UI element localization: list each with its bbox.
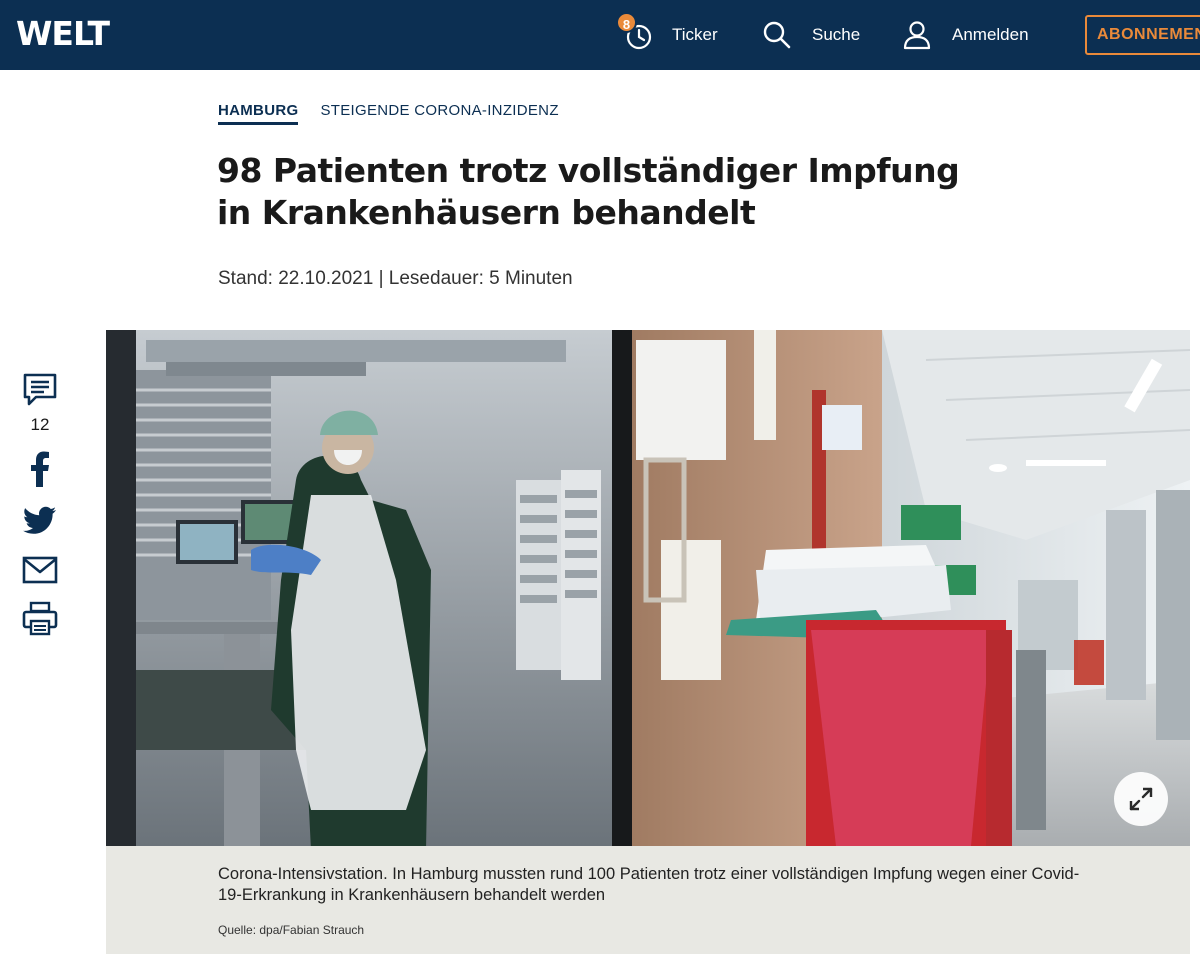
section-link[interactable]: HAMBURG [218,102,299,125]
login-button[interactable]: Anmelden [902,0,1029,70]
article-meta: Stand: 22.10.2021 | Lesedauer: 5 Minuten [218,268,573,289]
ticker-label: Ticker [672,25,718,44]
image-caption: Corona-Intensivstation. In Hamburg musst… [218,865,1080,904]
image-caption-box: Corona-Intensivstation. In Hamburg musst… [106,846,1190,954]
share-sidebar: 12 [20,372,60,637]
site-header: WELT 8 Ticker Suche Anmelden ABONNEMENT [0,0,1200,70]
subscribe-button[interactable]: ABONNEMENT [1085,15,1200,55]
article-image[interactable] [106,330,1190,846]
search-button[interactable]: Suche [762,0,860,70]
article-headline: 98 Patienten trotz vollständiger Impfung… [217,151,960,232]
search-label: Suche [812,25,861,44]
twitter-icon[interactable] [22,505,58,537]
mail-icon[interactable] [22,555,58,585]
ticker-button[interactable]: 8 Ticker [614,0,718,70]
expand-image-button[interactable] [1114,772,1168,826]
expand-icon [1129,787,1153,811]
image-source: Quelle: dpa/Fabian Strauch [218,923,365,937]
facebook-icon[interactable] [22,449,58,489]
icu-photo [106,330,1190,846]
search-icon [763,21,791,49]
login-label: Anmelden [952,25,1029,44]
article-kicker: HAMBURG STEIGENDE CORONA-INZIDENZ [218,102,559,125]
topic-link[interactable]: STEIGENDE CORONA-INZIDENZ [320,102,558,125]
welt-logo[interactable]: WELT [16,14,110,53]
print-icon[interactable] [22,601,58,637]
comment-count: 12 [30,415,50,434]
user-icon [903,21,931,50]
comments-button[interactable]: 12 [20,372,60,435]
ticker-badge: 8 [616,12,637,33]
comment-icon [23,373,57,406]
